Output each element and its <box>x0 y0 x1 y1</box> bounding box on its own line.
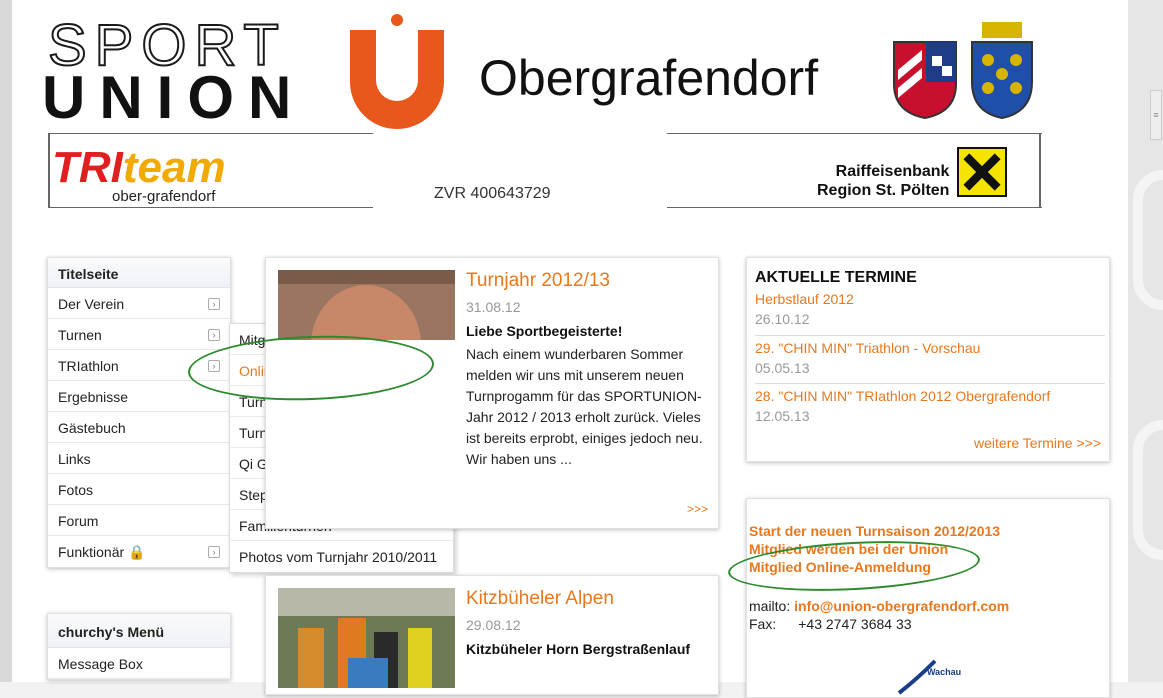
article-title[interactable]: Turnjahr 2012/13 <box>466 270 610 292</box>
menu-item-fotos[interactable]: Fotos <box>48 474 230 505</box>
menu-item-label: Der Verein <box>58 296 125 312</box>
menu-item-funktionaer[interactable]: Funktionär 🔒 › <box>48 536 230 567</box>
zvr-number: ZVR 400643729 <box>434 185 551 202</box>
brand-bottom-text: UNION <box>42 64 306 131</box>
header-divider <box>48 133 373 134</box>
event-item: Herbstlauf 2012 26.10.12 <box>755 291 1105 327</box>
info-box: Start der neuen Turnsaison 2012/2013 Mit… <box>746 498 1110 698</box>
menu-item-message-box[interactable]: Message Box <box>48 648 230 679</box>
article-photo[interactable] <box>278 588 455 688</box>
menu-item-label: Ergebnisse <box>58 389 129 405</box>
article-photo[interactable] <box>278 270 455 340</box>
triteam-logo-tri: TRI <box>52 143 123 192</box>
contact-email: mailto: info@union-obergrafendorf.com <box>749 598 1009 614</box>
submenu-item-photos[interactable]: Photos vom Turnjahr 2010/2011 <box>230 541 453 572</box>
menu-item-label: Fotos <box>58 482 94 498</box>
events-heading: AKTUELLE TERMINE <box>755 269 917 286</box>
article-date: 31.08.12 <box>466 299 521 315</box>
email-label: mailto: <box>749 598 791 614</box>
event-title[interactable]: 28. "CHIN MIN" TRIathlon 2012 Obergrafen… <box>755 388 1105 404</box>
contact-fax: Fax: +43 2747 3684 33 <box>749 616 912 632</box>
menu-item-titelseite[interactable]: Titelseite <box>48 258 230 288</box>
menu-item-label: Links <box>58 451 91 467</box>
raiffeisen-line1: Raiffeisenbank <box>835 163 950 180</box>
header-divider <box>48 207 373 208</box>
menu-item-ergebnisse[interactable]: Ergebnisse <box>48 381 230 412</box>
event-date: 05.05.13 <box>755 360 810 376</box>
fax-label: Fax: <box>749 616 777 632</box>
wachau-logo-text: Wachau <box>927 667 962 677</box>
triteam-logo-subtitle: ober-grafendorf <box>112 188 216 205</box>
article-read-more-link[interactable]: >>> <box>687 502 708 516</box>
season-start-link[interactable]: Start der neuen Turnsaison 2012/2013 <box>749 523 1000 539</box>
menu-item-label: Gästebuch <box>58 420 126 436</box>
menu-item-triathlon[interactable]: TRIathlon › <box>48 350 230 381</box>
fax-number: +43 2747 3684 33 <box>798 616 912 632</box>
menu-item-label: Turnen <box>58 327 102 343</box>
scrollbar-handle[interactable]: ≡ <box>1150 90 1162 140</box>
header-divider <box>667 207 1042 208</box>
menu-item-links[interactable]: Links <box>48 443 230 474</box>
wachau-logo-icon <box>897 659 937 695</box>
event-item: 28. "CHIN MIN" TRIathlon 2012 Obergrafen… <box>755 383 1105 424</box>
events-box: AKTUELLE TERMINE Herbstlauf 2012 26.10.1… <box>746 257 1110 462</box>
municipal-coat-of-arms-icon <box>893 41 957 120</box>
raiffeisen-gable-icon <box>957 147 1007 197</box>
site-name: Obergrafendorf <box>479 50 819 106</box>
article-date: 29.08.12 <box>466 617 521 633</box>
event-title[interactable]: 29. "CHIN MIN" Triathlon - Vorschau <box>755 340 1105 356</box>
article-body: Nach einem wunderbaren Sommer melden wir… <box>466 346 703 467</box>
event-date: 26.10.12 <box>755 311 810 327</box>
sponsor-frame-right <box>1039 134 1041 208</box>
menu-item-turnen[interactable]: Turnen › <box>48 319 230 350</box>
union-logo-icon <box>350 14 444 129</box>
menu-item-gaestebuch[interactable]: Gästebuch <box>48 412 230 443</box>
arrow-right-icon: › <box>208 546 220 558</box>
event-title[interactable]: Herbstlauf 2012 <box>755 291 1105 307</box>
arrow-right-icon: › <box>208 329 220 341</box>
triteam-logo: TRIteam <box>52 146 226 190</box>
online-registration-link[interactable]: Mitglied Online-Anmeldung <box>749 559 931 575</box>
state-coat-of-arms-icon <box>971 22 1033 120</box>
arrow-right-icon: › <box>208 298 220 310</box>
article-card: Kitzbüheler Alpen 29.08.12 Kitzbüheler H… <box>265 575 719 695</box>
menu-item-der-verein[interactable]: Der Verein › <box>48 288 230 319</box>
triteam-logo-team: team <box>122 143 226 192</box>
page-background-left <box>0 0 12 682</box>
article-lead: Liebe Sportbegeisterte! <box>466 323 623 339</box>
article-lead: Kitzbüheler Horn Bergstraßenlauf <box>466 641 691 657</box>
user-menu: churchy's Menü Message Box <box>47 613 231 680</box>
user-menu-title: churchy's Menü <box>48 614 230 648</box>
event-date: 12.05.13 <box>755 408 810 424</box>
more-events-link[interactable]: weitere Termine >>> <box>974 435 1101 451</box>
email-link[interactable]: info@union-obergrafendorf.com <box>794 598 1009 614</box>
sponsor-frame-left <box>48 134 50 208</box>
menu-item-label: Message Box <box>58 656 143 672</box>
article-title[interactable]: Kitzbüheler Alpen <box>466 588 614 610</box>
menu-item-label: Funktionär 🔒 <box>58 544 146 560</box>
become-member-link[interactable]: Mitglied werden bei der Union <box>749 541 948 557</box>
raiffeisen-logo-text: Raiffeisenbank Region St. Pölten <box>817 162 949 200</box>
main-menu: Titelseite Der Verein › Turnen › TRIathl… <box>47 257 231 568</box>
arrow-right-icon: › <box>208 360 220 372</box>
menu-item-label: Forum <box>58 513 99 529</box>
raiffeisen-line2: Region St. Pölten <box>817 182 950 199</box>
menu-item-label: TRIathlon <box>58 358 119 374</box>
menu-item-forum[interactable]: Forum <box>48 505 230 536</box>
page: SPORT UNION Obergrafendorf TRIteam ober-… <box>12 0 1128 698</box>
event-item: 29. "CHIN MIN" Triathlon - Vorschau 05.0… <box>755 335 1105 376</box>
header-divider <box>667 133 1042 134</box>
article-card: Turnjahr 2012/13 31.08.12 Liebe Sportbeg… <box>265 257 719 529</box>
